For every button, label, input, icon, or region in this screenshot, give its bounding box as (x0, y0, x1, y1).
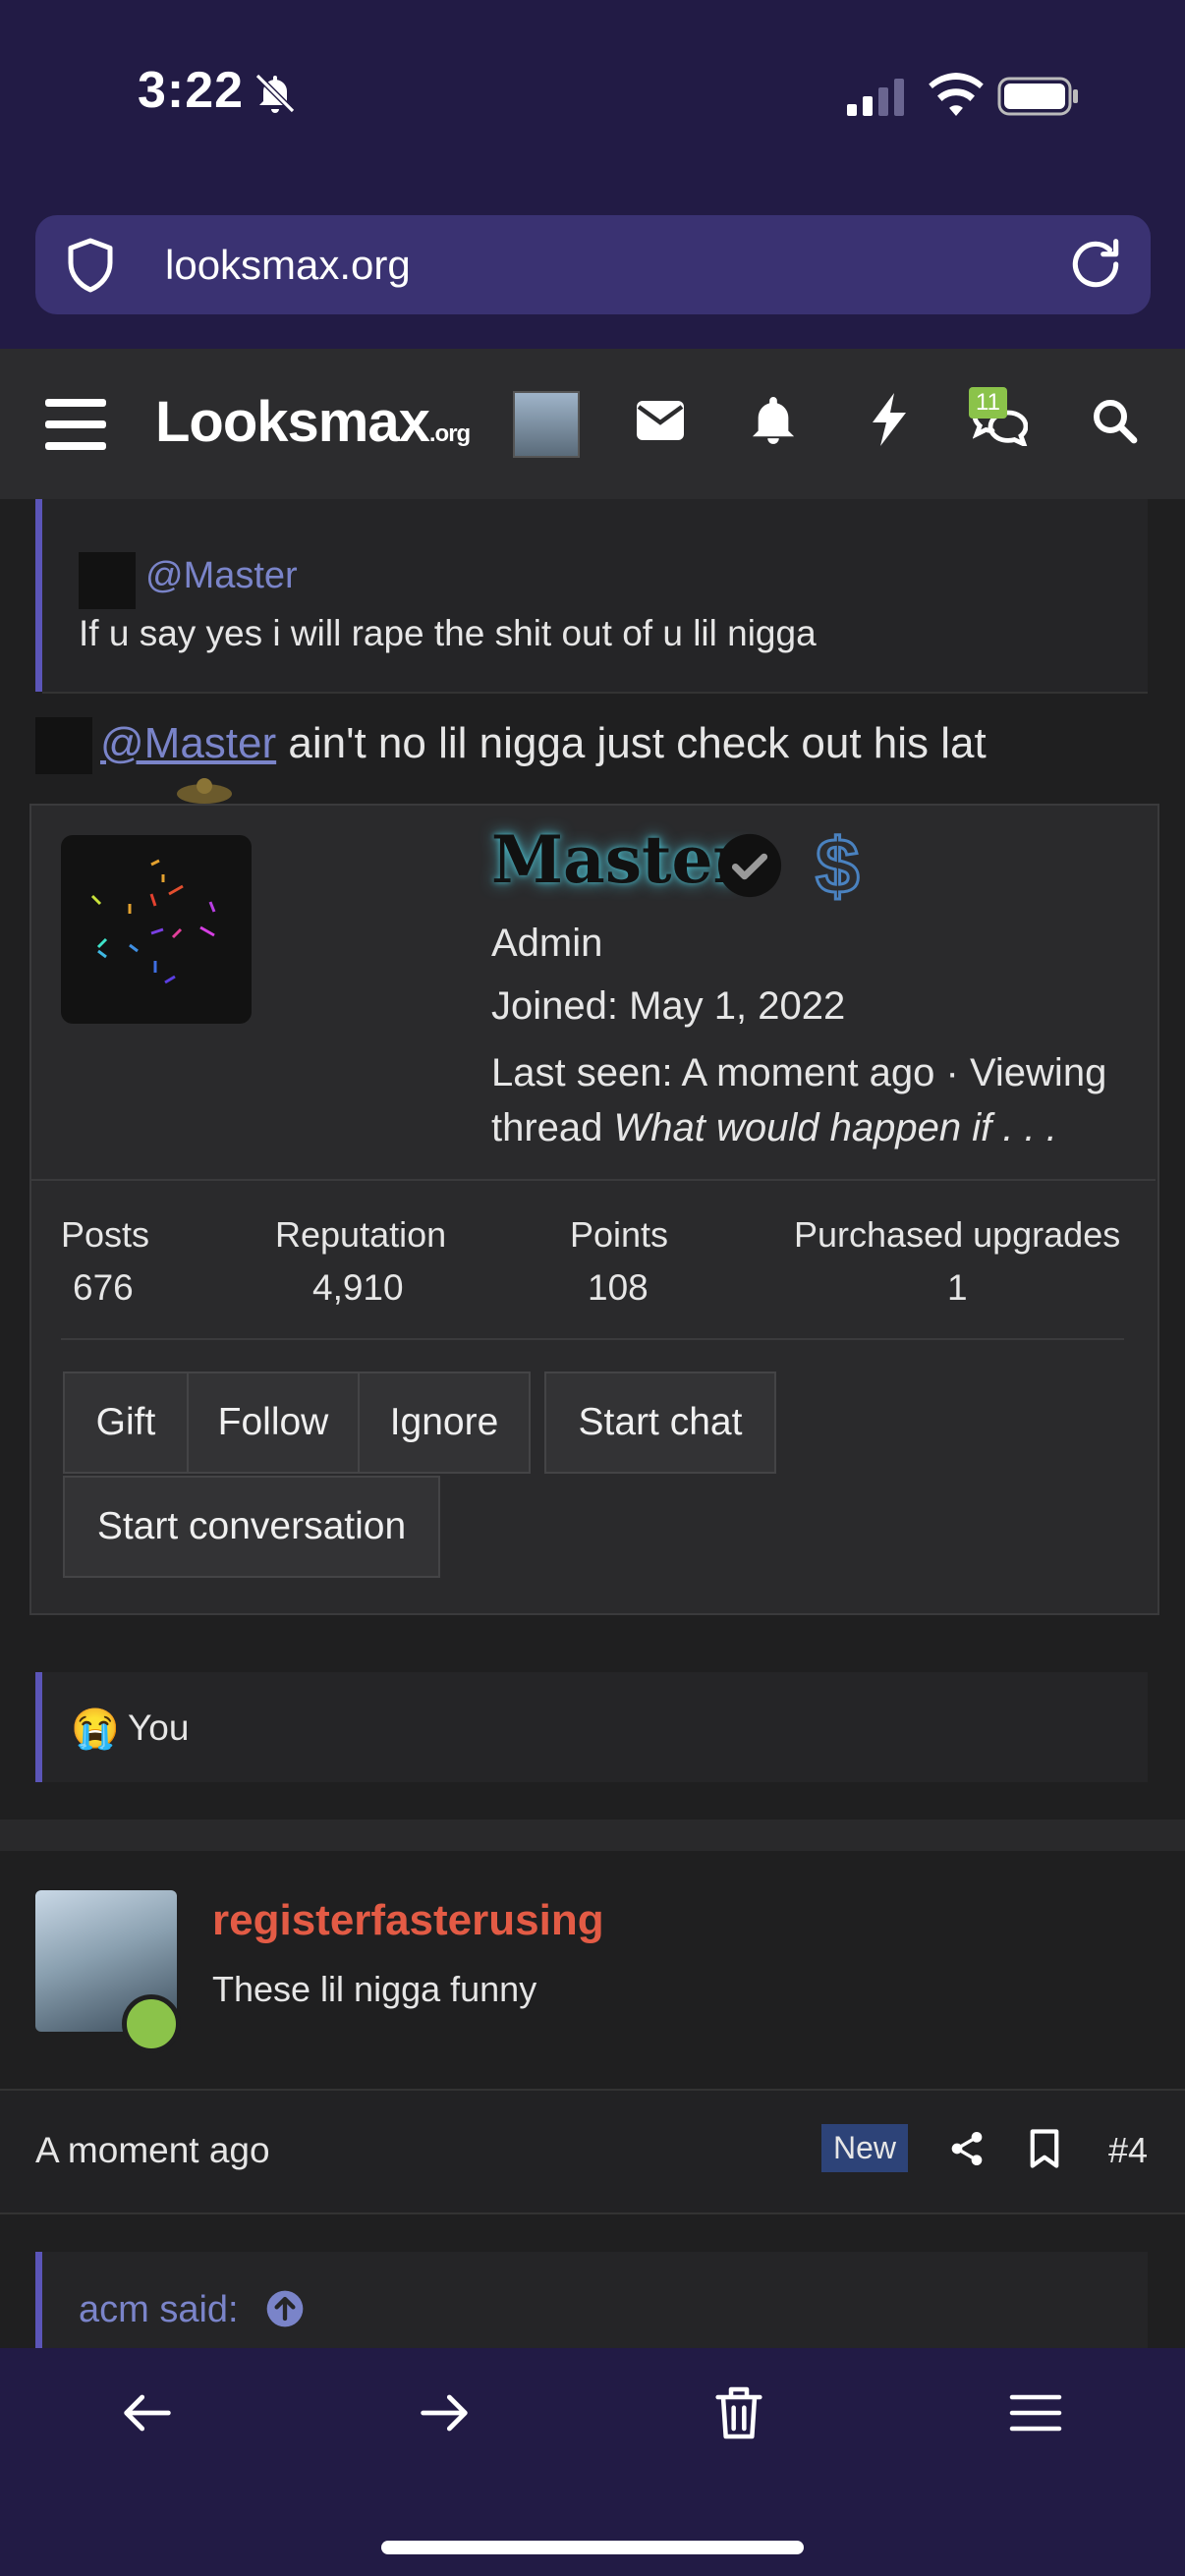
stat-label-posts: Posts (61, 1214, 150, 1255)
abstract-avatar-icon (90, 859, 216, 984)
start-conversation-button[interactable]: Start conversation (63, 1476, 440, 1578)
reaction-summary[interactable] (42, 1672, 1148, 1782)
mention-avatar[interactable] (79, 552, 136, 609)
mention-avatar[interactable] (35, 717, 92, 774)
post-number[interactable]: #4 (1108, 2130, 1148, 2171)
ignore-button[interactable]: Ignore (358, 1372, 531, 1474)
forward-arrow-icon[interactable] (413, 2381, 476, 2444)
member-role: Admin (491, 922, 603, 965)
member-name[interactable]: Master (491, 821, 747, 898)
quote-text: If u say yes i will rape the shit out of… (79, 613, 817, 653)
menu-lines-icon[interactable] (1004, 2381, 1067, 2444)
reply-text: @Master ain't no lil nigga just check ou… (100, 719, 987, 768)
bell-icon[interactable] (751, 395, 796, 444)
gift-button[interactable]: Gift (63, 1372, 189, 1474)
arrow-up-circle-icon[interactable] (265, 2289, 305, 2328)
post-username[interactable]: registerfasterusing (212, 1896, 604, 1945)
chat-count-badge: 11 (969, 387, 1007, 419)
new-badge: New (821, 2124, 909, 2172)
cellular-signal-icon (847, 79, 904, 116)
hidden-row-edge (0, 1613, 1185, 1637)
card-pointer-icon (177, 778, 232, 804)
follow-button[interactable]: Follow (187, 1372, 360, 1474)
stat-value-reputation[interactable]: 4,910 (312, 1267, 404, 1309)
mention-link[interactable]: @Master (145, 555, 298, 597)
trash-icon[interactable] (707, 2381, 770, 2444)
stat-label-reputation: Reputation (275, 1214, 447, 1255)
mention-link[interactable]: @Master (100, 719, 276, 767)
last-seen-thread[interactable]: What would happen if . . . (614, 1106, 1057, 1149)
member-last-seen: Last seen: A moment ago · Viewing thread… (491, 1045, 1120, 1155)
reload-icon[interactable] (1065, 234, 1126, 295)
verified-icon (717, 833, 782, 898)
crying-emoji-icon: 😭 (71, 1708, 120, 1751)
logo-suffix: .org (428, 420, 471, 447)
stat-label-upgrades: Purchased upgrades (794, 1214, 1121, 1255)
status-time: 3:22 (138, 62, 245, 119)
member-avatar[interactable] (61, 835, 252, 1024)
stat-value-points[interactable]: 108 (588, 1267, 649, 1309)
online-indicator (122, 1994, 181, 2053)
stat-label-points: Points (570, 1214, 669, 1255)
reaction-text: You (128, 1708, 190, 1748)
lightning-icon[interactable] (873, 393, 906, 446)
stat-value-posts[interactable]: 676 (73, 1267, 134, 1309)
shield-icon (68, 238, 113, 293)
url-text[interactable]: looksmax.org (165, 242, 411, 289)
quote-accent-bar (35, 499, 42, 692)
reply-body: ain't no lil nigga just check out his la… (276, 719, 987, 767)
search-icon[interactable] (1091, 397, 1138, 444)
site-logo[interactable]: Looksmax.org (155, 389, 471, 455)
user-title: These lil nigga funny (212, 1969, 537, 2009)
quote-author[interactable]: acm said: (79, 2289, 239, 2331)
back-arrow-icon[interactable] (116, 2381, 179, 2444)
account-avatar[interactable] (513, 391, 580, 458)
quote-accent-bar (35, 1672, 42, 1782)
member-joined: Joined: May 1, 2022 (491, 984, 846, 1028)
dollar-icon: $ (815, 821, 861, 912)
share-icon[interactable] (947, 2128, 987, 2169)
post-separator (0, 1820, 1185, 1851)
bookmark-icon[interactable] (1028, 2128, 1061, 2169)
bell-off-icon (254, 73, 296, 114)
mail-icon[interactable] (637, 401, 684, 440)
start-chat-button[interactable]: Start chat (544, 1372, 776, 1474)
logo-text: Looksmax (155, 390, 430, 454)
post-time[interactable]: A moment ago (35, 2130, 270, 2171)
home-indicator[interactable] (381, 2541, 804, 2554)
stat-value-upgrades: 1 (947, 1267, 968, 1308)
divider (61, 1338, 1124, 1340)
wifi-icon (929, 73, 984, 116)
divider (29, 1179, 1156, 1181)
menu-icon[interactable] (45, 397, 106, 452)
battery-icon (997, 77, 1078, 116)
